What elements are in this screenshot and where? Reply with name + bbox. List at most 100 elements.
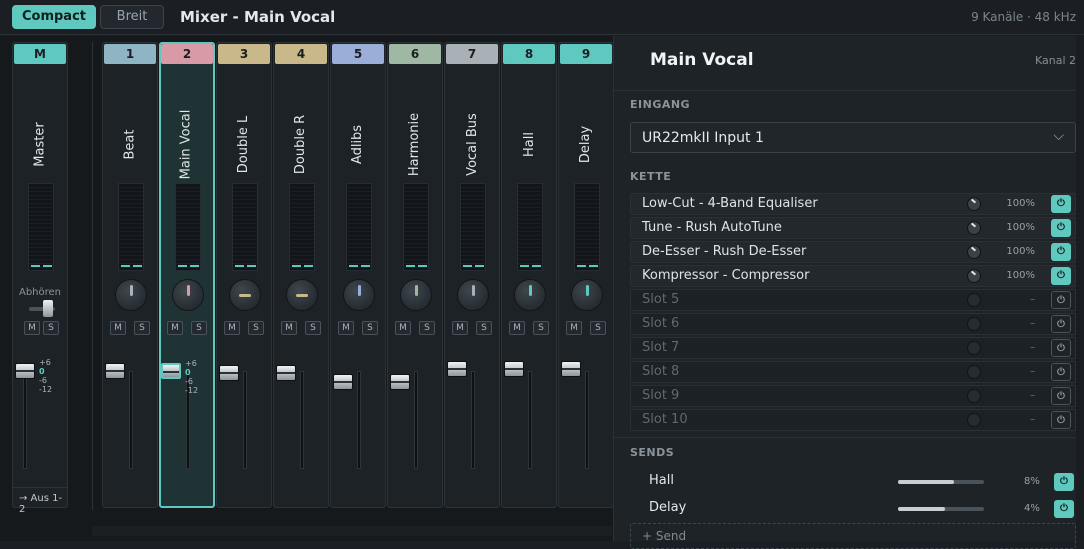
pan-knob[interactable]: [571, 279, 603, 311]
volume-fader[interactable]: [161, 363, 181, 379]
pan-knob[interactable]: [172, 279, 204, 311]
chain-slot[interactable]: Low-Cut - 4-Band Equaliser 100% ⏻: [630, 193, 1076, 215]
mix-knob[interactable]: [967, 317, 981, 331]
power-icon[interactable]: ⏻: [1051, 291, 1071, 309]
power-icon[interactable]: ⏻: [1051, 315, 1071, 333]
mix-knob[interactable]: [967, 389, 981, 403]
solo-button[interactable]: S: [305, 321, 321, 335]
volume-fader[interactable]: [561, 361, 581, 377]
channel-strip-7[interactable]: 7 Vocal Bus M S: [444, 42, 500, 508]
channel-number[interactable]: 9: [560, 44, 612, 64]
solo-button[interactable]: S: [248, 321, 264, 335]
pan-knob[interactable]: [400, 279, 432, 311]
power-icon[interactable]: ⏻: [1051, 339, 1071, 357]
chain-slot[interactable]: Tune - Rush AutoTune 100% ⏻: [630, 217, 1076, 239]
chain-slot[interactable]: Slot 10 – ⏻: [630, 409, 1076, 431]
level-meter: [403, 183, 429, 271]
power-icon[interactable]: ⏻: [1051, 363, 1071, 381]
pan-knob[interactable]: [286, 279, 318, 311]
chain-slot[interactable]: Slot 5 – ⏻: [630, 289, 1076, 311]
input-select[interactable]: UR22mkII Input 1 ⌵: [630, 122, 1076, 153]
pan-knob[interactable]: [343, 279, 375, 311]
channel-strip-8[interactable]: 8 Hall M S: [501, 42, 557, 508]
volume-fader[interactable]: [447, 361, 467, 377]
solo-button[interactable]: S: [191, 321, 207, 335]
master-fader[interactable]: [15, 363, 35, 379]
mute-button[interactable]: M: [452, 321, 468, 335]
mute-button[interactable]: M: [281, 321, 297, 335]
chain-slot[interactable]: Kompressor - Compressor 100% ⏻: [630, 265, 1076, 287]
channel-strip-6[interactable]: 6 Harmonie M S: [387, 42, 443, 508]
volume-fader[interactable]: [105, 363, 125, 379]
power-icon[interactable]: ⏻: [1051, 219, 1071, 237]
chain-slot[interactable]: Slot 7 – ⏻: [630, 337, 1076, 359]
channel-strip-4[interactable]: 4 Double R M S: [273, 42, 329, 508]
mute-button[interactable]: M: [110, 321, 126, 335]
chain-slot[interactable]: Slot 8 – ⏻: [630, 361, 1076, 383]
channel-strip-3[interactable]: 3 Double L M S: [216, 42, 272, 508]
solo-button[interactable]: S: [362, 321, 378, 335]
solo-button[interactable]: S: [533, 321, 549, 335]
channel-strip-1[interactable]: 1 Beat M S: [102, 42, 158, 508]
mix-knob[interactable]: [967, 293, 981, 307]
mute-button[interactable]: M: [224, 321, 240, 335]
send-level-slider[interactable]: [898, 507, 984, 511]
volume-fader[interactable]: [333, 374, 353, 390]
mix-knob[interactable]: [967, 413, 981, 427]
solo-button[interactable]: S: [419, 321, 435, 335]
pan-knob[interactable]: [514, 279, 546, 311]
pan-knob[interactable]: [229, 279, 261, 311]
volume-fader[interactable]: [504, 361, 524, 377]
mix-knob[interactable]: [967, 365, 981, 379]
chain-slot[interactable]: De-Esser - Rush De-Esser 100% ⏻: [630, 241, 1076, 263]
solo-button[interactable]: S: [590, 321, 606, 335]
power-icon[interactable]: ⏻: [1051, 195, 1071, 213]
mute-button[interactable]: M: [509, 321, 525, 335]
channel-number[interactable]: 2: [161, 44, 213, 64]
power-icon[interactable]: ⏻: [1054, 500, 1074, 518]
compact-view-button[interactable]: Compact: [12, 5, 96, 29]
channel-strip-5[interactable]: 5 Adlibs M S: [330, 42, 386, 508]
master-solo-button[interactable]: S: [43, 321, 59, 335]
master-mute-button[interactable]: M: [24, 321, 40, 335]
channel-number[interactable]: 5: [332, 44, 384, 64]
solo-button[interactable]: S: [134, 321, 150, 335]
pan-knob[interactable]: [115, 279, 147, 311]
volume-fader[interactable]: [276, 365, 296, 381]
mix-knob[interactable]: [967, 269, 981, 283]
add-send-button[interactable]: + Send: [630, 523, 1076, 549]
volume-fader[interactable]: [219, 365, 239, 381]
mute-button[interactable]: M: [338, 321, 354, 335]
power-icon[interactable]: ⏻: [1051, 267, 1071, 285]
channel-number[interactable]: 1: [104, 44, 156, 64]
power-icon[interactable]: ⏻: [1054, 473, 1074, 491]
mute-button[interactable]: M: [566, 321, 582, 335]
monitor-slider-handle[interactable]: [43, 300, 53, 317]
wide-view-button[interactable]: Breit: [100, 5, 164, 29]
volume-fader[interactable]: [390, 374, 410, 390]
chain-slot[interactable]: Slot 6 – ⏻: [630, 313, 1076, 335]
mute-button[interactable]: M: [167, 321, 183, 335]
power-icon[interactable]: ⏻: [1051, 411, 1071, 429]
channel-strip-9[interactable]: 9 Delay M S: [558, 42, 614, 508]
channel-number[interactable]: 7: [446, 44, 498, 64]
power-icon[interactable]: ⏻: [1051, 243, 1071, 261]
monitor-slider[interactable]: [29, 300, 55, 317]
channel-number[interactable]: 4: [275, 44, 327, 64]
power-icon[interactable]: ⏻: [1051, 387, 1071, 405]
chain-slot[interactable]: Slot 9 – ⏻: [630, 385, 1076, 407]
channel-number[interactable]: 3: [218, 44, 270, 64]
pan-knob[interactable]: [457, 279, 489, 311]
mix-knob[interactable]: [967, 221, 981, 235]
mix-knob[interactable]: [967, 197, 981, 211]
send-level-slider[interactable]: [898, 480, 984, 484]
channel-number[interactable]: 6: [389, 44, 441, 64]
solo-button[interactable]: S: [476, 321, 492, 335]
mix-knob[interactable]: [967, 341, 981, 355]
mix-knob[interactable]: [967, 245, 981, 259]
channel-number[interactable]: 8: [503, 44, 555, 64]
output-routing[interactable]: → Aus 1-2: [19, 493, 67, 515]
mute-button[interactable]: M: [395, 321, 411, 335]
panel-scrollbar[interactable]: [1076, 36, 1084, 541]
channel-strip-2[interactable]: 2 Main Vocal M S +6 0 -6 -12: [159, 42, 215, 508]
